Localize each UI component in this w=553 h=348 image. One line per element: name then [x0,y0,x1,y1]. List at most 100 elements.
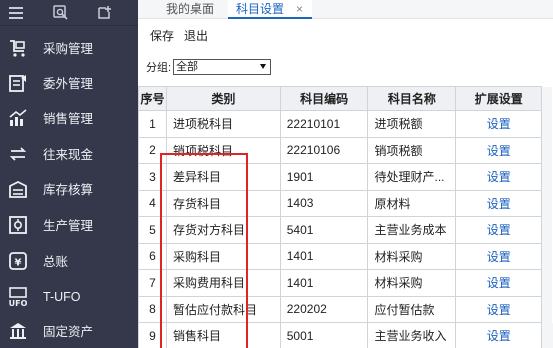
sidebar-item-ledger[interactable]: ¥ 总账 [0,243,138,278]
settings-link[interactable]: 设置 [487,223,511,237]
cell-code[interactable]: 5401 [279,216,369,244]
group-select[interactable]: 全部 [173,59,272,75]
cell-extend: 设置 [455,216,543,244]
sidebar-item-label: 库存核算 [43,183,94,197]
cell-name: 应付暂估款 [367,295,457,323]
sidebar-item-label: 固定资产 [43,325,94,339]
cell-extend: 设置 [455,242,543,270]
toolbar: 保存 退出 [150,27,208,45]
sidebar-item-ufo[interactable]: UFO T-UFO [0,279,138,314]
menu-icon[interactable] [8,5,24,21]
sidebar-item-label: 委外管理 [43,77,94,91]
cell-name: 进项税额 [367,110,457,138]
cell-name: 材料采购 [367,269,457,297]
bank-icon [7,320,29,342]
sidebar-item-label: 采购管理 [43,42,94,56]
cell-category[interactable]: 进项税科目 [165,110,281,138]
cell-no: 4 [138,189,167,217]
settings-link[interactable]: 设置 [487,276,511,290]
settings-link[interactable]: 设置 [487,329,511,343]
tab-account-settings[interactable]: 科目设置 × [228,0,312,19]
add-icon[interactable] [96,5,112,21]
cell-no: 6 [138,242,167,270]
sidebar-item-inventory[interactable]: 库存核算 [0,171,138,206]
save-button[interactable]: 保存 [150,27,174,45]
cell-code[interactable]: 1901 [279,163,369,191]
cell-code[interactable]: 22210106 [279,136,369,164]
cell-extend: 设置 [455,322,543,348]
cell-extend: 设置 [455,110,543,138]
settings-link[interactable]: 设置 [487,197,511,211]
cell-category[interactable]: 存货科目 [165,189,281,217]
column-header-code: 科目编码 [279,86,369,111]
sidebar: 采购管理 委外管理 销售管理 往来现金 库存核算 生产管理 ¥ 总账 UFO T… [0,0,138,348]
sales-chart-icon [7,107,29,129]
table-row[interactable]: 2 销项税科目 22210106 销项税额 设置 [138,136,553,164]
table-row[interactable]: 9 销售科目 5001 主营业务收入 设置 [138,322,553,348]
cell-code[interactable]: 1403 [279,189,369,217]
exit-button[interactable]: 退出 [184,27,208,45]
column-header-name: 科目名称 [367,86,457,111]
cell-code[interactable]: 1401 [279,269,369,297]
settings-link[interactable]: 设置 [487,250,511,264]
table-gutter [541,137,553,164]
sidebar-item-sales[interactable]: 销售管理 [0,100,138,135]
settings-link[interactable]: 设置 [487,170,511,184]
sidebar-item-cash[interactable]: 往来现金 [0,136,138,171]
table-row[interactable]: 7 采购费用科目 1401 材料采购 设置 [138,269,553,297]
account-settings-table: 序号 类别 科目编码 科目名称 扩展设置 1 进项税科目 22210101 进项… [138,86,553,348]
cell-name: 材料采购 [367,242,457,270]
cell-category[interactable]: 暂估应付款科目 [165,295,281,323]
group-filter: 分组: 全部 [146,58,272,76]
sidebar-item-label: 总账 [43,255,69,269]
search-icon[interactable] [52,5,68,21]
sidebar-item-label: 销售管理 [43,112,94,126]
sidebar-item-label: T-UFO [43,289,81,304]
column-header-no: 序号 [138,86,167,111]
cell-extend: 设置 [455,136,543,164]
table-gutter [541,296,553,323]
sidebar-toolbar [0,0,138,26]
table-row[interactable]: 1 进项税科目 22210101 进项税额 设置 [138,110,553,138]
cell-category[interactable]: 销售科目 [165,322,281,348]
warehouse-icon [7,178,29,200]
cell-category[interactable]: 存货对方科目 [165,216,281,244]
cell-category[interactable]: 采购科目 [165,242,281,270]
sidebar-item-outsource[interactable]: 委外管理 [0,65,138,100]
settings-link[interactable]: 设置 [487,144,511,158]
table-gutter [541,243,553,270]
close-icon[interactable]: × [296,0,303,18]
cell-category[interactable]: 采购费用科目 [165,269,281,297]
sidebar-item-label: 生产管理 [43,219,94,233]
table-row[interactable]: 4 存货科目 1403 原材料 设置 [138,189,553,217]
settings-link[interactable]: 设置 [487,303,511,317]
cell-extend: 设置 [455,295,543,323]
cell-name: 销项税额 [367,136,457,164]
exchange-icon [7,143,29,165]
svg-text:¥: ¥ [15,257,22,268]
ufo-icon: UFO [7,286,29,308]
cell-code[interactable]: 22210101 [279,110,369,138]
cell-code[interactable]: 220202 [279,295,369,323]
outsource-icon [7,72,29,94]
cell-code[interactable]: 1401 [279,242,369,270]
table-row[interactable]: 5 存货对方科目 5401 主营业务成本 设置 [138,216,553,244]
sidebar-item-fixed-assets[interactable]: 固定资产 [0,313,138,348]
table-gutter [541,269,553,296]
sidebar-item-label: 往来现金 [43,148,94,162]
sidebar-item-production[interactable]: 生产管理 [0,207,138,242]
column-header-category: 类别 [165,86,281,111]
tab-bar: 我的桌面 科目设置 × [138,0,553,19]
settings-link[interactable]: 设置 [487,117,511,131]
table-row[interactable]: 6 采购科目 1401 材料采购 设置 [138,242,553,270]
cell-category[interactable]: 销项税科目 [165,136,281,164]
cell-code[interactable]: 5001 [279,322,369,348]
purchase-icon [7,37,29,59]
sidebar-item-purchase[interactable]: 采购管理 [0,30,138,65]
table-row[interactable]: 8 暂估应付款科目 220202 应付暂估款 设置 [138,295,553,323]
cell-category[interactable]: 差异科目 [165,163,281,191]
tab-my-desktop[interactable]: 我的桌面 [166,0,214,19]
cell-no: 8 [138,295,167,323]
cell-no: 3 [138,163,167,191]
table-row[interactable]: 3 差异科目 1901 待处理财产... 设置 [138,163,553,191]
